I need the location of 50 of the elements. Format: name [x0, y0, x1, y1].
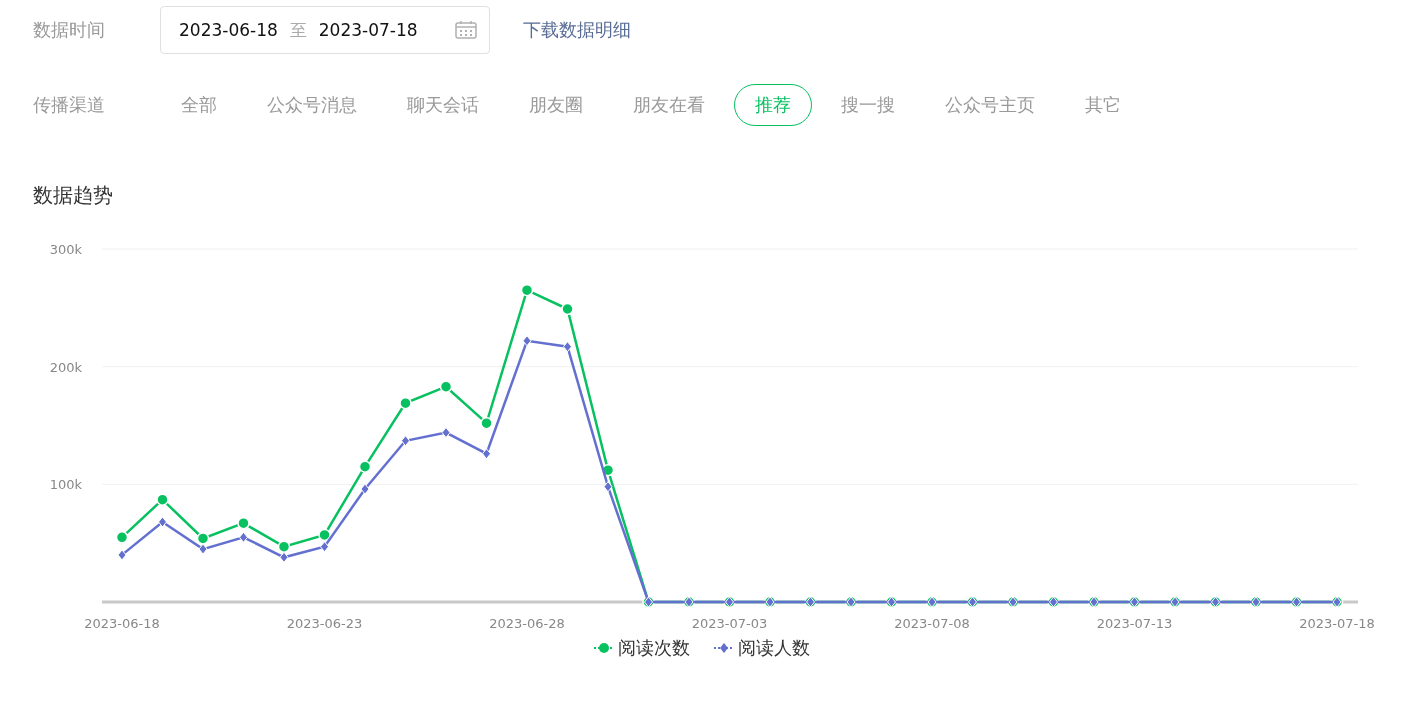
channel-tab[interactable]: 公众号消息: [246, 84, 378, 126]
data-point: [117, 549, 127, 561]
data-point: [439, 380, 453, 393]
channel-tab[interactable]: 朋友在看: [612, 84, 726, 126]
data-point: [158, 516, 167, 528]
data-point: [520, 283, 534, 297]
x-axis-label: 2023-06-28: [489, 616, 565, 631]
data-point: [277, 540, 291, 553]
data-point: [522, 335, 532, 347]
channel-tab[interactable]: 聊天会话: [386, 84, 500, 126]
data-point: [561, 302, 574, 316]
data-point: [563, 341, 572, 353]
y-axis-label: 200k: [49, 359, 82, 375]
data-point: [399, 396, 412, 410]
data-point: [441, 427, 451, 439]
date-range-field[interactable]: 2023-06-18 至 2023-07-18: [160, 6, 490, 54]
data-point: [482, 448, 491, 460]
data-point: [279, 551, 289, 563]
channel-tab[interactable]: 公众号主页: [924, 84, 1056, 126]
y-axis-label: 300k: [49, 242, 82, 257]
data-point: [360, 483, 370, 495]
channel-label: 传播渠道: [33, 93, 106, 117]
channel-tab[interactable]: 全部: [160, 84, 238, 126]
calendar-icon: [455, 21, 477, 39]
channel-tab[interactable]: 搜一搜: [820, 84, 916, 126]
legend-label: 阅读次数: [617, 636, 690, 660]
data-point: [603, 481, 613, 493]
y-axis-label: 100k: [49, 477, 82, 493]
download-link[interactable]: 下载数据明细: [523, 18, 631, 42]
legend-marker-icon: [713, 642, 734, 654]
x-axis-label: 2023-07-18: [1299, 616, 1375, 631]
data-point: [196, 532, 210, 545]
data-point: [156, 493, 169, 506]
data-point: [198, 543, 208, 555]
x-axis-label: 2023-06-23: [286, 616, 363, 631]
filter-label: 数据时间: [33, 18, 106, 42]
channel-tab[interactable]: 其它: [1064, 84, 1142, 126]
x-axis-label: 2023-06-18: [84, 616, 160, 631]
data-point: [480, 416, 493, 430]
section-title: 数据趋势: [32, 182, 114, 209]
legend-marker-icon: [593, 642, 614, 654]
channel-tab[interactable]: 朋友圈: [508, 84, 604, 126]
data-point: [401, 435, 410, 447]
data-point: [115, 531, 129, 544]
data-point: [601, 463, 615, 477]
x-axis-label: 2023-07-03: [691, 616, 768, 631]
x-axis-label: 2023-07-13: [1096, 616, 1173, 631]
data-point: [358, 460, 372, 473]
legend-label: 阅读人数: [737, 636, 810, 660]
x-axis-label: 2023-07-08: [894, 616, 970, 631]
